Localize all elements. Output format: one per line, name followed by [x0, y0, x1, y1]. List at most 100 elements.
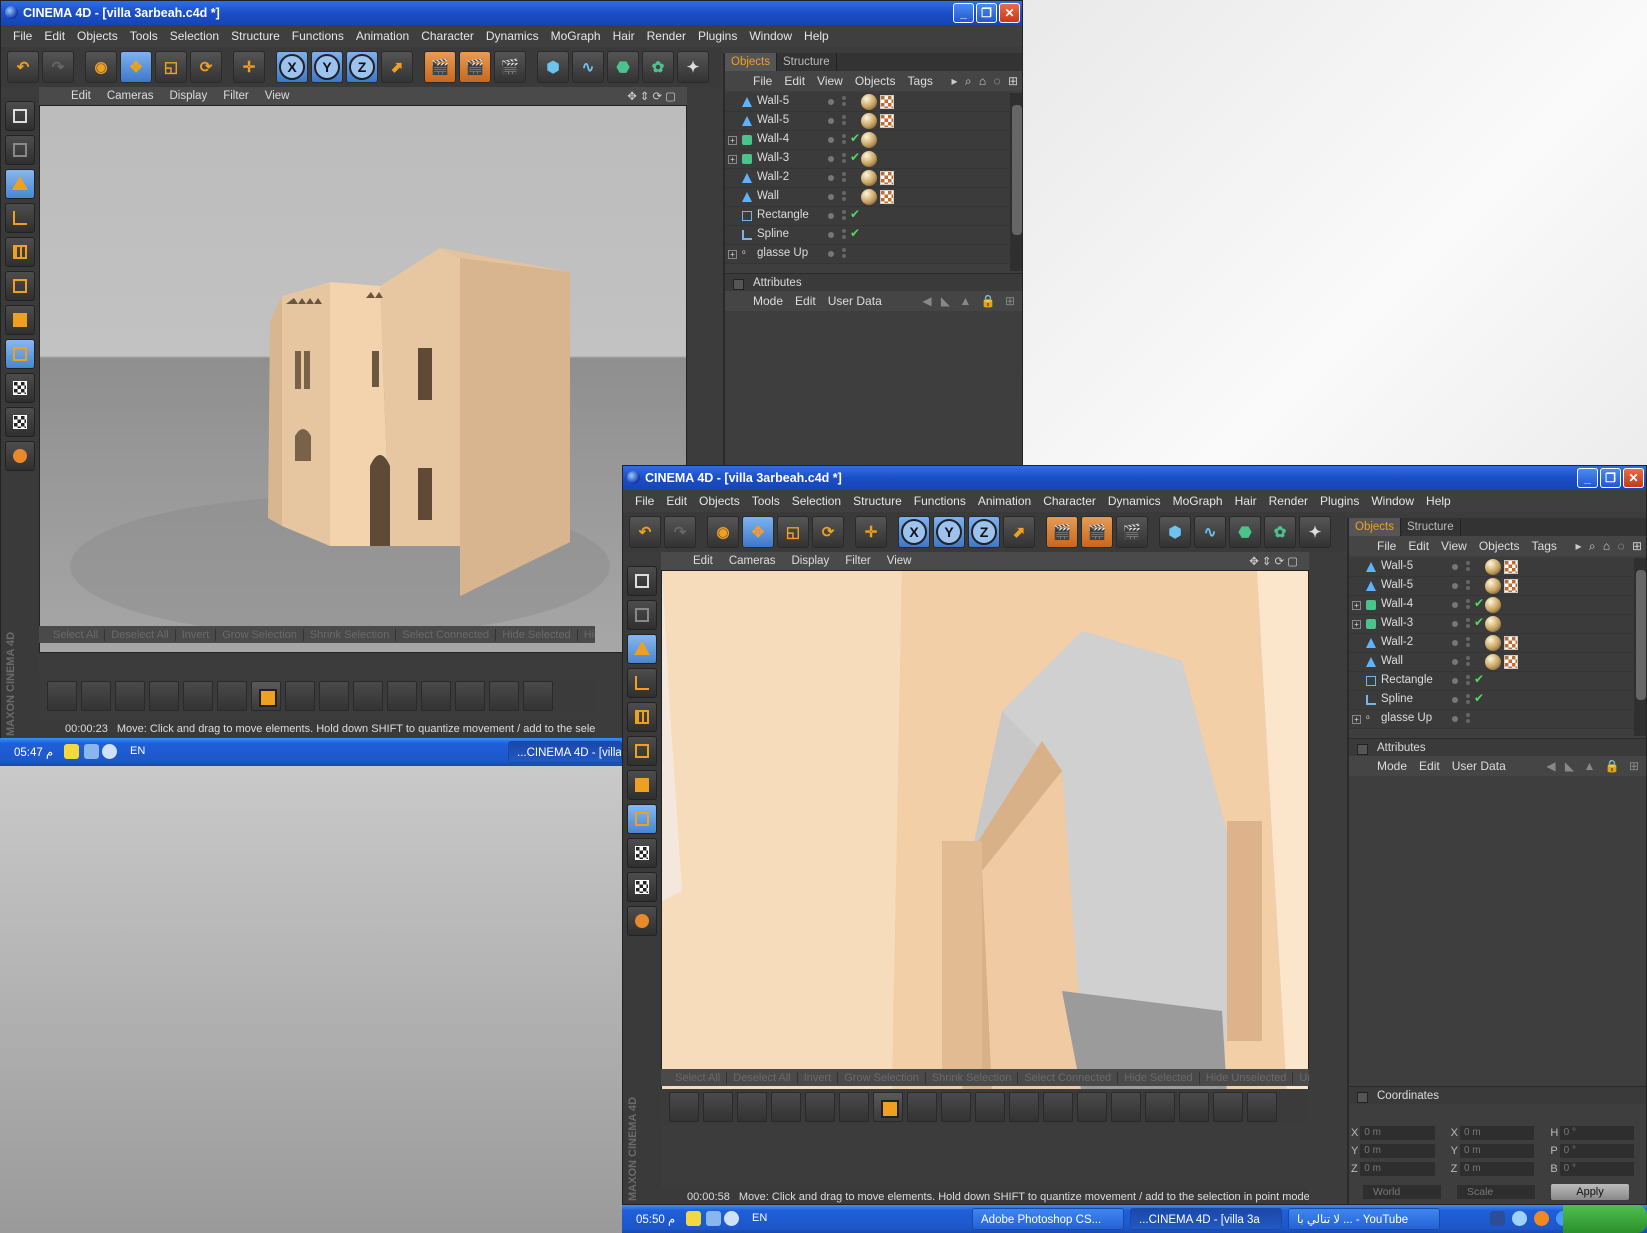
attributes-nav-icon[interactable]: ◀ ◣ ▲ 🔒 ⊞	[1540, 759, 1646, 773]
move-icon[interactable]: ✥	[120, 51, 152, 83]
visibility-dot-icon[interactable]	[828, 232, 834, 238]
render-dot-icon[interactable]	[842, 229, 846, 233]
menu-animation[interactable]: Animation	[972, 494, 1037, 508]
object-row[interactable]: Wall-5	[1349, 577, 1634, 596]
tweak-mode-icon[interactable]	[5, 441, 35, 471]
cube-primitive-icon[interactable]: ⬢	[1159, 516, 1191, 548]
visibility-dot-icon[interactable]	[828, 194, 834, 200]
object-row[interactable]: + ⁰ glasse Up	[1349, 710, 1634, 729]
enabled-check-icon[interactable]: ✔	[1474, 672, 1484, 686]
object-row[interactable]: Spline ✔	[1349, 691, 1634, 710]
extrude-icon[interactable]	[737, 1092, 767, 1122]
minimize-button[interactable]: _	[1577, 468, 1598, 488]
visibility-dot-icon[interactable]	[828, 251, 834, 257]
render-dot-icon[interactable]	[842, 96, 846, 100]
render-dot-icon[interactable]	[1466, 656, 1470, 660]
matrix-extrude-icon[interactable]	[1179, 1092, 1209, 1122]
edge-cut-icon[interactable]	[523, 681, 553, 711]
visibility-dot-icon[interactable]	[1452, 564, 1458, 570]
expand-icon[interactable]: +	[1352, 715, 1361, 724]
render-dot-icon[interactable]	[1466, 713, 1470, 717]
object-row[interactable]: Rectangle ✔	[725, 207, 1010, 226]
enabled-check-icon[interactable]: ✔	[1474, 691, 1484, 705]
bevel-icon[interactable]	[183, 681, 213, 711]
texture-axis-icon[interactable]	[627, 838, 657, 868]
render-dot-icon[interactable]	[1466, 599, 1470, 603]
workplane-icon[interactable]	[627, 872, 657, 902]
smooth-shift-icon[interactable]	[353, 681, 383, 711]
viewport-navigation-icon[interactable]: ✥⇕⟳▢	[619, 89, 687, 103]
undo-icon[interactable]: ↶	[7, 51, 39, 83]
x-axis-lock-icon[interactable]: X	[276, 51, 308, 83]
object-list-scrollbar[interactable]	[1010, 93, 1022, 271]
object-row[interactable]: Wall-2	[725, 169, 1010, 188]
bridge-icon[interactable]	[217, 681, 247, 711]
language-indicator[interactable]: EN	[752, 1212, 767, 1224]
render-dot-icon[interactable]	[1466, 580, 1470, 584]
viewport-navigation-icon[interactable]: ✥⇕⟳▢	[1241, 554, 1309, 568]
menu-window[interactable]: Window	[1365, 494, 1420, 508]
render-dot-icon[interactable]	[1466, 694, 1470, 698]
menu-file[interactable]: File	[7, 29, 38, 43]
render-dot-icon[interactable]	[842, 115, 846, 119]
model-mode-icon[interactable]	[5, 169, 35, 199]
x-axis-lock-icon[interactable]: X	[898, 516, 930, 548]
tray-media-icon[interactable]	[724, 1211, 739, 1226]
object-name[interactable]: Rectangle	[1381, 674, 1433, 686]
render-settings-icon[interactable]: 🎬	[494, 51, 526, 83]
menu-character[interactable]: Character	[415, 29, 480, 43]
edges-mode-icon[interactable]	[5, 271, 35, 301]
menu-mograph[interactable]: MoGraph	[545, 29, 607, 43]
object-row[interactable]: Wall-2	[1349, 634, 1634, 653]
render-dot-icon[interactable]	[842, 134, 846, 138]
render-dot-icon[interactable]	[842, 172, 846, 176]
objects-menu-edit[interactable]: Edit	[1402, 539, 1435, 553]
objects-menu-objects[interactable]: Objects	[1473, 539, 1526, 553]
make-editable-icon[interactable]	[5, 135, 35, 165]
quicklaunch-photoshop-icon[interactable]	[1490, 1211, 1505, 1226]
unhide-button[interactable]: Unhide	[1293, 1072, 1309, 1084]
iron-icon[interactable]	[941, 1092, 971, 1122]
uvw-tag-icon[interactable]	[880, 171, 894, 185]
quicklaunch-browser-icon[interactable]	[1512, 1211, 1527, 1226]
render-dot-icon[interactable]	[1466, 637, 1470, 641]
tab-structure[interactable]: Structure	[1401, 518, 1461, 536]
material-tag-icon[interactable]	[861, 132, 877, 148]
stitch-icon[interactable]	[1043, 1092, 1073, 1122]
menu-help[interactable]: Help	[798, 29, 835, 43]
start-button[interactable]	[1563, 1205, 1647, 1233]
render-picture-viewer-icon[interactable]: 🎬	[459, 51, 491, 83]
undo-icon[interactable]: ↶	[629, 516, 661, 548]
material-tag-icon[interactable]	[1485, 578, 1501, 594]
z-axis-lock-icon[interactable]: Z	[346, 51, 378, 83]
iron-icon[interactable]	[319, 681, 349, 711]
viewport-menu-view[interactable]: View	[257, 90, 298, 102]
scale-icon[interactable]: ◱	[155, 51, 187, 83]
points-mode-icon[interactable]	[5, 237, 35, 267]
redo-icon[interactable]: ↷	[664, 516, 696, 548]
material-tag-icon[interactable]	[861, 151, 877, 167]
render-settings-icon[interactable]: 🎬	[1116, 516, 1148, 548]
object-name[interactable]: Rectangle	[757, 209, 809, 221]
hide-selected-button[interactable]: Hide Selected	[496, 628, 578, 641]
grow-selection-button[interactable]: Grow Selection	[838, 1071, 926, 1084]
array-icon[interactable]: ✿	[1264, 516, 1296, 548]
render-dot-icon[interactable]	[1466, 618, 1470, 622]
material-tag-icon[interactable]	[1485, 559, 1501, 575]
object-name[interactable]: Spline	[1381, 693, 1413, 705]
move-icon[interactable]: ✥	[742, 516, 774, 548]
tweak-mode-icon[interactable]	[627, 906, 657, 936]
object-name[interactable]: glasse Up	[1381, 712, 1432, 724]
menu-plugins[interactable]: Plugins	[1314, 494, 1365, 508]
create-polygon-icon[interactable]	[873, 1092, 903, 1122]
layout-icon[interactable]	[627, 566, 657, 596]
knife-icon[interactable]	[47, 681, 77, 711]
live-selection-icon[interactable]: ◉	[707, 516, 739, 548]
object-axis-icon[interactable]	[5, 203, 35, 233]
polygons-mode-icon[interactable]	[5, 305, 35, 335]
object-name[interactable]: Wall-5	[1381, 560, 1413, 572]
enabled-check-icon[interactable]: ✔	[850, 207, 860, 221]
visibility-dot-icon[interactable]	[828, 118, 834, 124]
menu-tools[interactable]: Tools	[124, 29, 164, 43]
viewport-menu-cameras[interactable]: Cameras	[99, 90, 162, 102]
